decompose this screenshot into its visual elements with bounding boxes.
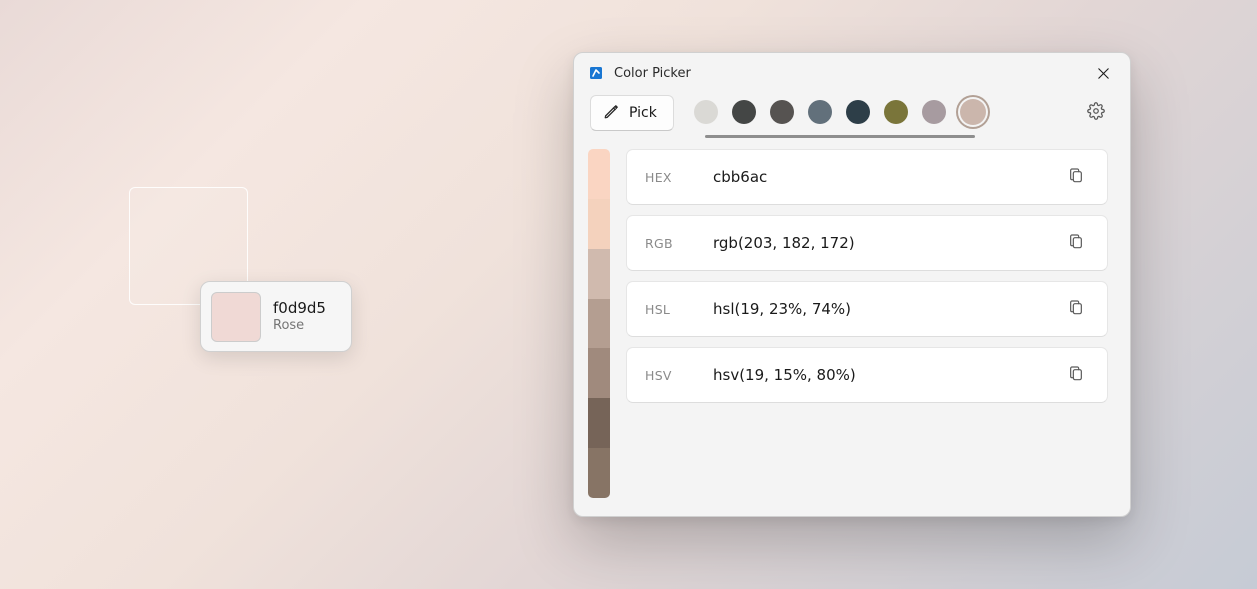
value-format-label: HEX: [645, 170, 709, 185]
copy-icon: [1068, 166, 1084, 188]
app-icon: [588, 65, 604, 81]
preview-swatch: [211, 292, 261, 342]
value-format-label: RGB: [645, 236, 709, 251]
pick-button-label: Pick: [629, 105, 657, 121]
copy-icon: [1068, 364, 1084, 386]
shade-gradient-strip[interactable]: [588, 149, 610, 498]
value-format-label: HSV: [645, 368, 709, 383]
copy-button[interactable]: [1059, 358, 1093, 392]
titlebar: Color Picker: [574, 53, 1130, 93]
history-swatch[interactable]: [960, 99, 986, 125]
history-swatch[interactable]: [770, 100, 794, 124]
history-swatch[interactable]: [884, 100, 908, 124]
pick-button[interactable]: Pick: [590, 95, 674, 131]
value-card: HEX cbb6ac: [626, 149, 1108, 205]
history-swatch[interactable]: [694, 100, 718, 124]
shade-segment[interactable]: [588, 448, 610, 498]
value-text[interactable]: hsv(19, 15%, 80%): [713, 366, 1055, 384]
color-picker-body: HEX cbb6ac RGB rgb(203, 182, 172) HSL hsl(19,…: [574, 145, 1130, 516]
shade-segment[interactable]: [588, 249, 610, 299]
eyedropper-tooltip: f0d9d5 Rose: [200, 281, 352, 352]
copy-button[interactable]: [1059, 160, 1093, 194]
eyedropper-icon: [603, 102, 621, 124]
preview-color-name: Rose: [273, 318, 326, 334]
shade-segment[interactable]: [588, 199, 610, 249]
value-cards-list: HEX cbb6ac RGB rgb(203, 182, 172) HSL hsl(19,…: [626, 149, 1108, 498]
gear-icon: [1087, 102, 1105, 124]
history-swatch[interactable]: [732, 100, 756, 124]
settings-button[interactable]: [1078, 95, 1114, 131]
shade-segment[interactable]: [588, 149, 610, 199]
shade-segment[interactable]: [588, 348, 610, 398]
value-card: HSL hsl(19, 23%, 74%): [626, 281, 1108, 337]
window-title: Color Picker: [614, 66, 1070, 81]
history-swatch[interactable]: [922, 100, 946, 124]
value-text[interactable]: hsl(19, 23%, 74%): [713, 300, 1055, 318]
value-text[interactable]: cbb6ac: [713, 168, 1055, 186]
value-format-label: HSL: [645, 302, 709, 317]
value-card: HSV hsv(19, 15%, 80%): [626, 347, 1108, 403]
history-wrap: [692, 95, 988, 131]
close-icon: [1098, 64, 1109, 83]
preview-hex-label: f0d9d5: [273, 299, 326, 318]
toolbar: Pick: [574, 93, 1130, 145]
color-history[interactable]: [692, 95, 988, 129]
history-scrollbar[interactable]: [705, 135, 975, 138]
shade-segment[interactable]: [588, 398, 610, 448]
value-text[interactable]: rgb(203, 182, 172): [713, 234, 1055, 252]
color-picker-window: Color Picker Pick: [573, 52, 1131, 517]
copy-button[interactable]: [1059, 226, 1093, 260]
copy-icon: [1068, 298, 1084, 320]
copy-icon: [1068, 232, 1084, 254]
value-card: RGB rgb(203, 182, 172): [626, 215, 1108, 271]
close-button[interactable]: [1080, 57, 1126, 89]
history-swatch[interactable]: [846, 100, 870, 124]
history-swatch[interactable]: [808, 100, 832, 124]
shade-segment[interactable]: [588, 299, 610, 349]
copy-button[interactable]: [1059, 292, 1093, 326]
